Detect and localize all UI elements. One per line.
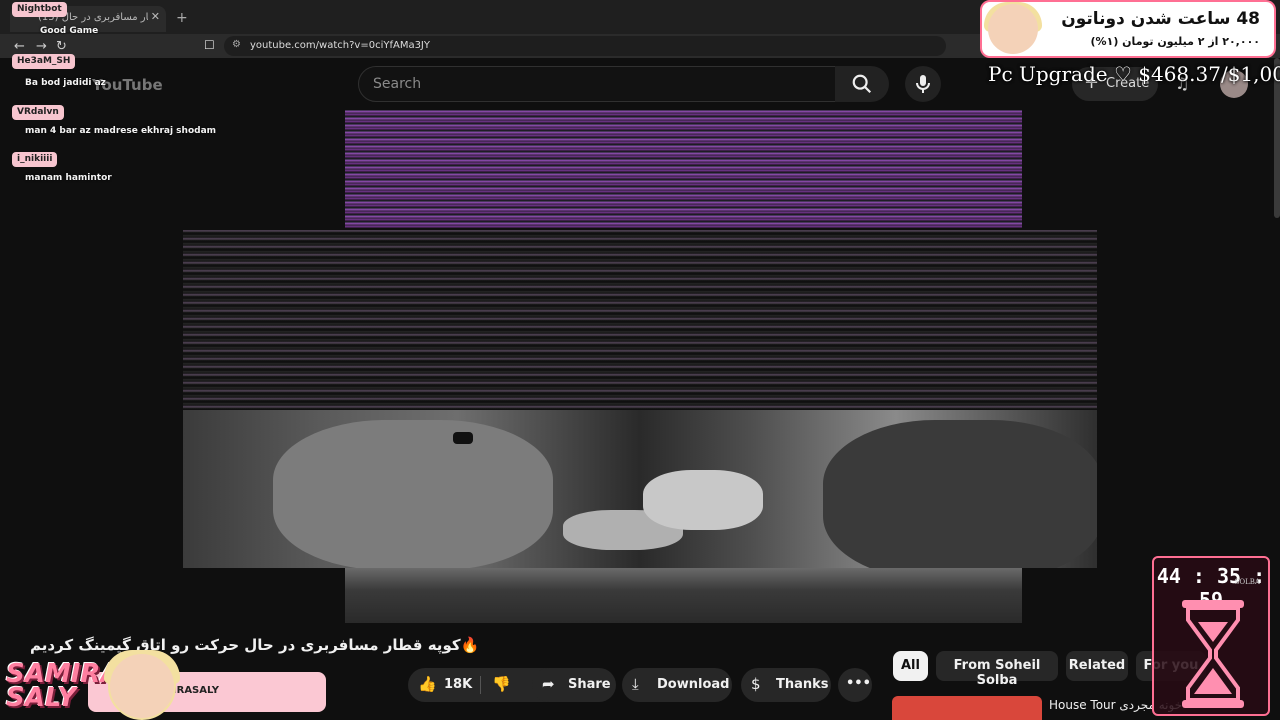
video-figure-shape xyxy=(823,420,1097,568)
divider xyxy=(480,676,481,694)
new-tab-button[interactable]: + xyxy=(176,10,188,26)
voice-search-button[interactable] xyxy=(905,66,941,102)
chat-username: i_nikiiii xyxy=(12,152,58,167)
chat-username: Nightbot xyxy=(12,2,67,17)
video-glitch-middle[interactable] xyxy=(183,230,1097,410)
bookmark-icon[interactable]: ☐ xyxy=(204,38,215,52)
download-label: Download xyxy=(657,677,730,692)
streamer-banner: SAMIRASALY SAMIRA SALY xyxy=(0,650,330,720)
site-info-icon[interactable]: ⚙ xyxy=(232,39,241,50)
chip-label: Related xyxy=(1068,658,1126,673)
chat-username: He3aM_SH xyxy=(12,54,76,69)
download-button[interactable]: ⤓ Download xyxy=(622,668,732,702)
share-button[interactable]: ➦ Share xyxy=(532,668,616,702)
search-icon xyxy=(852,74,872,94)
countdown-timer: 44 : 35 : 59 SOLBA xyxy=(1152,556,1270,716)
url-text: youtube.com/watch?v=0ciYfAMa3JY xyxy=(250,40,430,51)
thanks-icon: $ xyxy=(751,675,761,693)
reload-icon[interactable]: ↻ xyxy=(56,39,67,54)
recommended-video-thumbnail[interactable] xyxy=(892,696,1042,720)
thumbs-up-icon[interactable]: 👍 xyxy=(418,675,437,693)
streamer-avatar xyxy=(988,4,1038,54)
donation-title: 48 ساعت شدن دوناتون xyxy=(1061,9,1260,29)
video-hand-shape xyxy=(643,470,763,530)
streamer-logo: SAMIRA SALY xyxy=(6,661,121,713)
donation-progress: ۲۰,۰۰۰ از ۲ میلیون تومان (۱%) xyxy=(1090,35,1260,48)
chat-message: man 4 bar az madrese ekhraj shodam xyxy=(25,126,217,136)
thanks-button[interactable]: $ Thanks xyxy=(741,668,831,702)
chip-label: From Soheil Solba xyxy=(953,658,1041,688)
video-figure-shape xyxy=(273,420,553,568)
more-icon: ••• xyxy=(846,676,871,691)
video-frame[interactable] xyxy=(183,410,1097,568)
chip-related[interactable]: Related xyxy=(1066,651,1128,681)
thumbs-down-icon[interactable]: 👎 xyxy=(492,675,511,693)
chat-message: Ba bod jadidi az xyxy=(25,78,106,88)
forward-icon[interactable]: → xyxy=(36,39,47,54)
back-icon[interactable]: ← xyxy=(14,39,25,54)
hourglass-icon xyxy=(1182,600,1244,708)
chip-all[interactable]: All xyxy=(893,651,928,681)
chat-message: manam hamintor xyxy=(25,173,112,183)
donation-goal: Pc Upgrade ♡ $468.37/$1,000 xyxy=(988,62,1280,86)
close-icon[interactable]: ✕ xyxy=(151,10,160,23)
search-button[interactable] xyxy=(835,66,889,102)
share-label: Share xyxy=(568,677,611,692)
thanks-label: Thanks xyxy=(776,677,829,692)
streamer-mascot xyxy=(108,652,176,720)
like-count[interactable]: 18K xyxy=(444,677,472,692)
share-icon: ➦ xyxy=(542,675,555,693)
video-glitch-top[interactable] xyxy=(345,110,1022,228)
video-glitch-bottom[interactable] xyxy=(345,568,1022,623)
streamer-logo-line2: SALY xyxy=(6,683,77,713)
chip-label: All xyxy=(901,658,920,673)
chat-username: VRdalvn xyxy=(12,105,64,120)
search-placeholder: Search xyxy=(373,76,422,92)
more-actions-button[interactable]: ••• xyxy=(838,668,872,702)
chip-from-channel[interactable]: From Soheil Solba xyxy=(936,651,1058,688)
microphone-icon xyxy=(916,75,930,93)
timer-brand: SOLBA xyxy=(1234,578,1260,586)
search-input[interactable]: Search xyxy=(358,66,836,102)
url-field[interactable]: ⚙ youtube.com/watch?v=0ciYfAMa3JY ⊘▭⊕⇗ xyxy=(224,36,1162,56)
video-mic-shape xyxy=(453,432,473,444)
donation-widget: 48 ساعت شدن دوناتون ۲۰,۰۰۰ از ۲ میلیون ت… xyxy=(980,0,1276,58)
chat-message: Good Game xyxy=(40,26,99,36)
download-icon: ⤓ xyxy=(632,675,639,693)
